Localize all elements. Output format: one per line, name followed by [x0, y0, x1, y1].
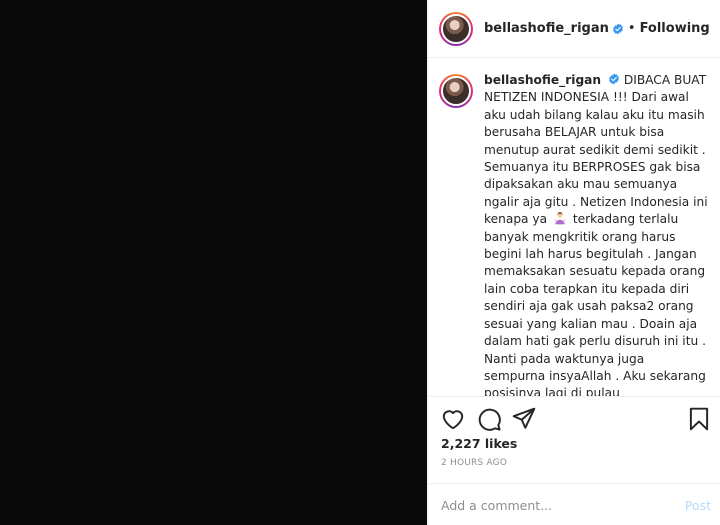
post-media-image[interactable] — [0, 0, 427, 525]
post-header: bellashofie_rigan • Following — [428, 0, 720, 58]
author-username-link[interactable]: bellashofie_rigan — [484, 21, 609, 36]
comment-input[interactable] — [441, 497, 685, 513]
post-actions-section: 2,227 likes 2 HOURS AGO Post — [428, 396, 720, 525]
verified-badge-icon — [612, 23, 623, 34]
comment-bar: Post — [428, 483, 720, 525]
caption-avatar[interactable] — [439, 74, 473, 108]
post-timestamp[interactable]: 2 HOURS AGO — [441, 458, 507, 468]
bookmark-icon[interactable] — [686, 406, 712, 432]
instagram-post-view: bellashofie_rigan • Following bellashofi… — [0, 0, 720, 525]
following-button[interactable]: Following — [640, 21, 710, 36]
person-shrugging-emoji-icon — [554, 212, 566, 225]
caption-body: bellashofie_rigan DIBACA BUAT NETIZEN IN… — [484, 72, 709, 396]
share-icon[interactable] — [511, 406, 537, 432]
caption-text-part-2: terkadang terlalu banyak mengkritik oran… — [484, 212, 710, 396]
post-side-panel: bellashofie_rigan • Following bellashofi… — [427, 0, 720, 525]
post-comment-button[interactable]: Post — [685, 498, 711, 513]
caption-section: bellashofie_rigan DIBACA BUAT NETIZEN IN… — [428, 58, 720, 396]
caption-username-link[interactable]: bellashofie_rigan — [484, 73, 601, 87]
verified-badge-icon — [609, 73, 619, 85]
heart-icon[interactable] — [440, 406, 466, 432]
action-icons-row — [440, 406, 712, 432]
caption-avatar-photo — [441, 76, 471, 106]
caption-text-part-1: DIBACA BUAT NETIZEN INDONESIA !!! Dari a… — [484, 73, 712, 227]
avatar[interactable] — [439, 11, 473, 46]
likes-count[interactable]: 2,227 likes — [441, 436, 517, 451]
separator-dot: • — [627, 21, 636, 36]
avatar-photo — [441, 13, 471, 44]
comment-icon[interactable] — [476, 406, 502, 432]
